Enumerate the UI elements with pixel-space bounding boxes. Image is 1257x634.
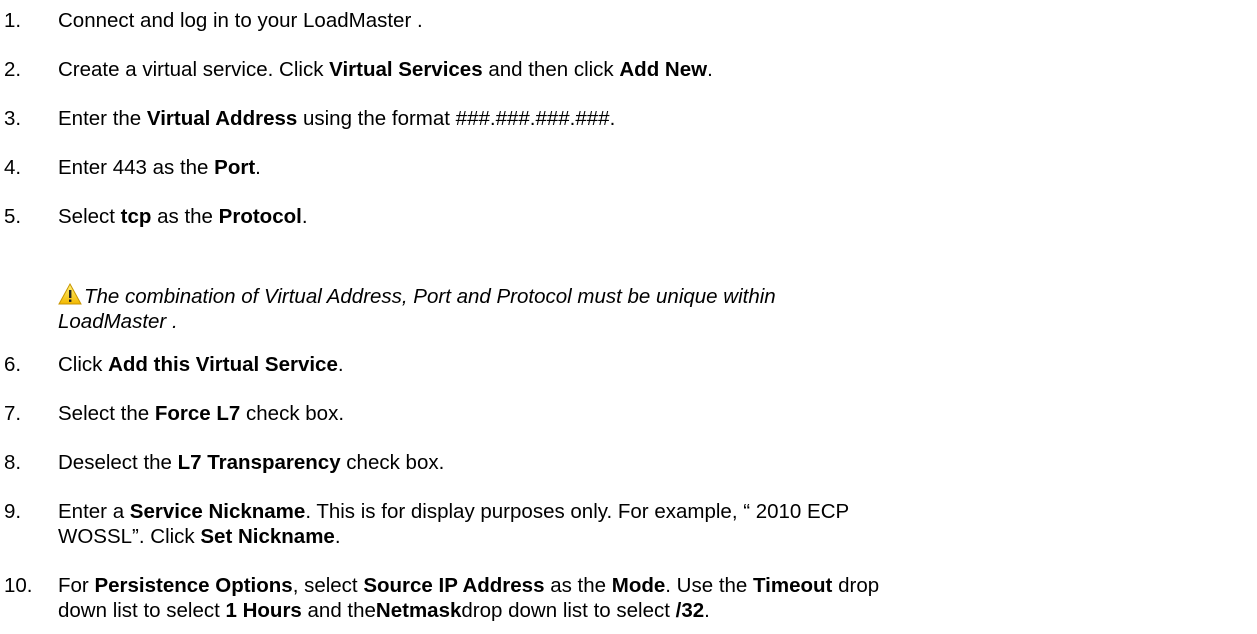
step-number: 10.: [4, 574, 33, 597]
step-number: 1.: [4, 9, 22, 32]
step-text-run: Select: [58, 205, 121, 228]
step-text-run: as the: [544, 574, 612, 597]
step-text-bold: Add this Virtual Service: [108, 353, 338, 376]
step-text-bold: 1 Hours: [225, 599, 302, 622]
step-text-run: down list to select: [58, 599, 226, 622]
step-text-bold: Virtual Address: [146, 107, 298, 130]
step-text-run: Click: [58, 353, 109, 376]
step-number: 3.: [4, 107, 22, 130]
step-text: For Persistence Options, select Source I…: [58, 573, 879, 598]
step-number: 6.: [4, 353, 22, 376]
step-text-bold: tcp: [120, 205, 152, 228]
step-text-bold: Timeout: [753, 574, 833, 597]
step-text-run: Enter a: [58, 500, 130, 523]
step-text-run: and then click: [482, 58, 620, 81]
instruction-steps: 1. Connect and log in to your LoadMaster …: [0, 0, 1257, 634]
step-text: down list to select 1 Hours and theNetma…: [58, 598, 710, 623]
step-text-run: , select: [292, 574, 364, 597]
step-text-run: check box.: [340, 451, 445, 474]
step-text-bold: /32: [675, 599, 705, 622]
step-text-run: as the: [151, 205, 219, 228]
step-text-run: .: [301, 205, 308, 228]
step-text-run: For: [58, 574, 95, 597]
step-text: Create a virtual service. Click Virtual …: [58, 57, 713, 82]
step-text-bold: Protocol: [218, 205, 302, 228]
step-text-run: drop: [832, 574, 880, 597]
step-text: Select the Force L7 check box.: [58, 401, 344, 426]
step-text-bold: Persistence Options: [94, 574, 293, 597]
step-text-run: Connect and log in to your LoadMaster .: [58, 9, 423, 32]
step-text-run: . This is for display purposes only. For…: [305, 500, 850, 523]
step-text-run: using the format ###.###.###.###.: [297, 107, 616, 130]
step-number: 8.: [4, 451, 22, 474]
step-text: Deselect the L7 Transparency check box.: [58, 450, 444, 475]
step-text-run: Deselect the: [58, 451, 178, 474]
step-text: WOSSL”. Click Set Nickname.: [58, 524, 341, 549]
step-text: Select tcp as the Protocol.: [58, 204, 308, 229]
step-text-bold: Force L7: [154, 402, 241, 425]
step-text: Enter the Virtual Address using the form…: [58, 106, 615, 131]
step-text-run: Enter 443 as the: [58, 156, 215, 179]
step-text-run: WOSSL”. Click: [58, 525, 201, 548]
step-text-bold: Add New: [619, 58, 708, 81]
step-text-run: and the: [301, 599, 376, 622]
step-text: Connect and log in to your LoadMaster .: [58, 8, 423, 33]
step-text-bold: Virtual Services: [329, 58, 483, 81]
warning-text-line2: LoadMaster .: [58, 310, 178, 333]
step-text-run: check box.: [240, 402, 345, 425]
step-text-bold: Source IP Address: [363, 574, 545, 597]
step-text-run: .: [255, 156, 261, 179]
warning-icon: [58, 282, 82, 312]
step-number: 4.: [4, 156, 22, 179]
step-text-bold: Service Nickname: [129, 500, 306, 523]
step-text-bold: L7 Transparency: [177, 451, 341, 474]
warning-note-cont: LoadMaster .: [58, 309, 178, 334]
step-number: 2.: [4, 58, 22, 81]
step-text: Enter 443 as the Port.: [58, 155, 261, 180]
warning-text-line1: The combination of Virtual Address, Port…: [84, 285, 776, 308]
step-text: Enter a Service Nickname. This is for di…: [58, 499, 849, 524]
step-text-run: .: [707, 58, 713, 81]
step-text-bold: Set Nickname: [200, 525, 335, 548]
step-text-run: .: [337, 353, 344, 376]
step-number: 9.: [4, 500, 22, 523]
step-text: Click Add this Virtual Service.: [58, 352, 344, 377]
step-text-bold: Mode: [611, 574, 666, 597]
step-number: 5.: [4, 205, 22, 228]
step-text-run: .: [704, 599, 710, 622]
step-text-run: . Use the: [665, 574, 754, 597]
step-text-run: drop down list to select: [461, 599, 676, 622]
step-text-bold: Port: [214, 156, 256, 179]
warning-note: The combination of Virtual Address, Port…: [58, 282, 776, 312]
step-text-run: Create a virtual service. Click: [58, 58, 330, 81]
step-number: 7.: [4, 402, 22, 425]
step-text-bold: Netmask: [375, 599, 462, 622]
step-text-run: .: [334, 525, 341, 548]
step-text-run: Select the: [58, 402, 155, 425]
step-text-run: Enter the: [58, 107, 147, 130]
